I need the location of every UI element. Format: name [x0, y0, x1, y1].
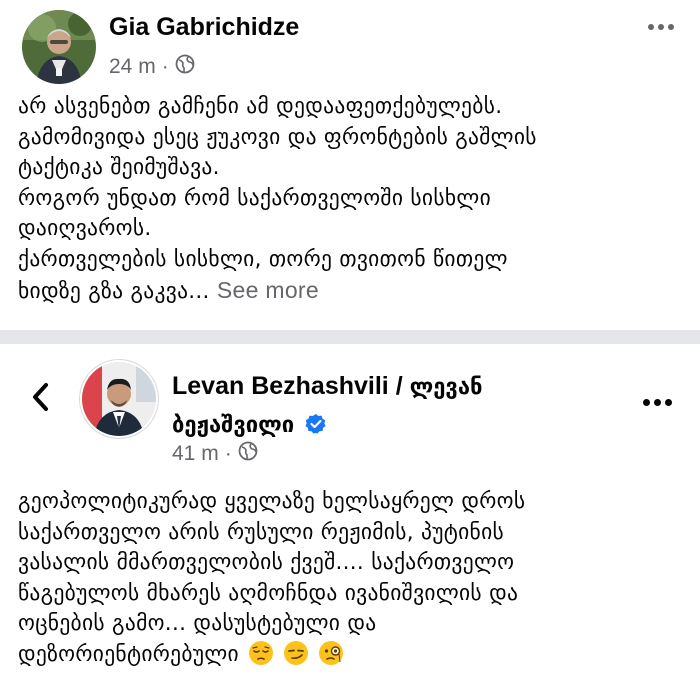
post-text-line: გამომივიდა ესეც ჟუკოვი და ფრონტების გაშლ…	[18, 124, 537, 150]
face-with-monocle-icon	[318, 640, 344, 666]
post-divider	[0, 330, 700, 344]
post-text-line: საქართველო არის რუსული რეჟიმის, პუტინის	[18, 519, 505, 545]
post-timestamp[interactable]: 41 m	[172, 442, 219, 466]
meta-separator: ·	[161, 55, 169, 78]
post-meta: 24 m ·	[109, 54, 195, 80]
post-meta: 41 m ·	[172, 441, 258, 467]
post-text-line: ტაქტიკა შეიმუშავა.	[18, 155, 220, 180]
globe-icon	[175, 54, 195, 80]
post-text-line: წაგებულოს მხარეს აღმოჩნდა ივანიშვილის და	[18, 580, 519, 606]
author-name-latin: Levan Bezhashvili /	[172, 372, 410, 400]
globe-icon	[238, 441, 258, 467]
post-text: გეოპოლიტიკურად ყველაზე ხელსაყრელ დროს სა…	[18, 487, 688, 670]
smirking-face-icon	[283, 640, 309, 666]
post-text-line: დაიღვაროს.	[18, 216, 152, 241]
post-text-line: გეოპოლიტიკურად ყველაზე ხელსაყრელ დროს	[18, 489, 526, 514]
post-text-line: როგორ უნდათ რომ საქართველოში სისხლი	[18, 185, 492, 211]
post-text: არ ასვენებთ გამჩენი ამ დედააფეთქებულებს.…	[18, 92, 688, 308]
post-text-line: ოცნების გამო... დასუსტებული და	[18, 611, 377, 636]
more-options-icon[interactable]	[643, 399, 672, 406]
avatar[interactable]	[22, 10, 96, 84]
verified-badge-icon	[305, 409, 327, 434]
author-name-georgian-2: ბეჟაშვილი	[172, 413, 295, 438]
author-name-georgian: ლევან	[409, 375, 483, 400]
back-arrow-icon[interactable]	[28, 377, 54, 417]
meta-separator: ·	[224, 442, 232, 465]
post-text-line-last: ხიდზე გზა გაკვა... See more	[18, 275, 688, 308]
post-timestamp[interactable]: 24 m	[109, 55, 156, 79]
post-author-name[interactable]: Gia Gabrichidze	[109, 13, 299, 42]
post-text-line: ქართველების სისხლი, თორე თვითონ წითელ	[18, 246, 508, 272]
more-options-icon[interactable]	[648, 24, 674, 30]
post-text-line: ვასალის მმართველობის ქვეშ.... საქართველო	[18, 550, 515, 575]
post-text-line-last: დეზორიენტირებული	[18, 640, 688, 671]
post-text-tail: ხიდზე გზა გაკვა...	[18, 279, 210, 304]
post-text-tail: დეზორიენტირებული	[18, 641, 239, 667]
post-author-name[interactable]: Levan Bezhashvili / ლევან ბეჟაშვილი	[172, 368, 612, 444]
post-text-line: არ ასვენებთ გამჩენი ამ დედააფეთქებულებს.	[18, 94, 503, 119]
avatar[interactable]	[82, 362, 156, 436]
pensive-face-icon	[248, 640, 274, 666]
post-card: Gia Gabrichidze 24 m · არ ასვენებთ გამჩე…	[0, 0, 700, 330]
see-more-link[interactable]: See more	[217, 277, 319, 303]
